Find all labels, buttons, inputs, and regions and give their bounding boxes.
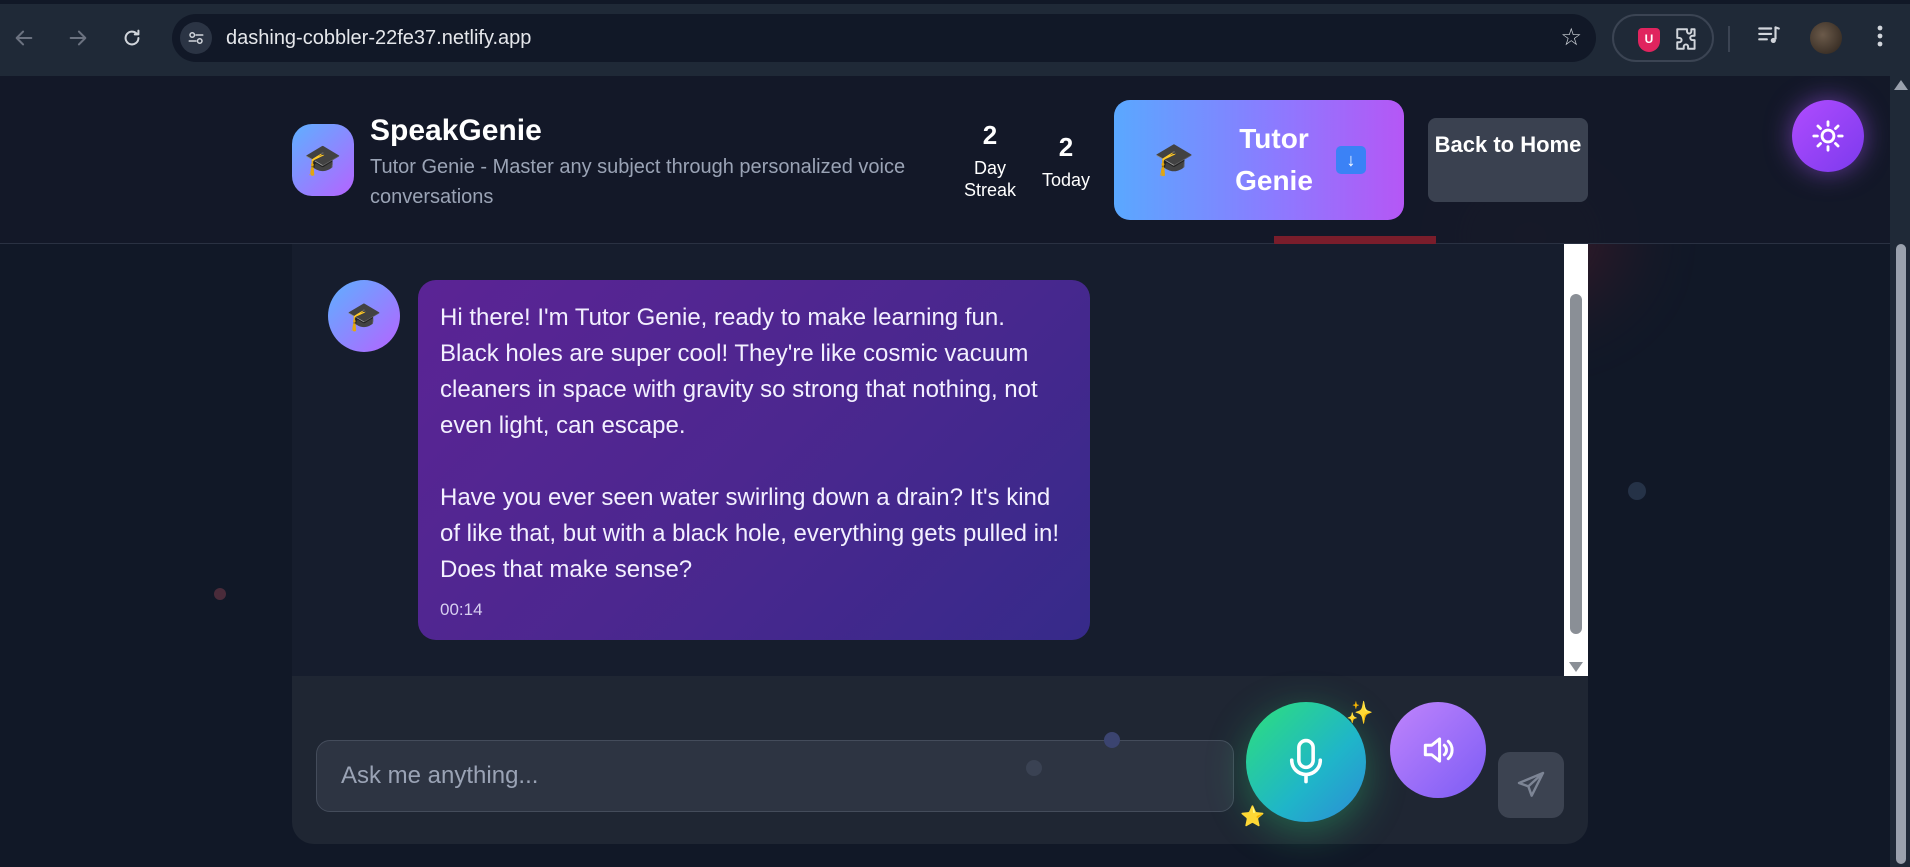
url-text[interactable]: dashing-cobbler-22fe37.netlify.app [226, 14, 531, 62]
site-info-icon[interactable] [180, 22, 212, 54]
extensions-group: U [1612, 14, 1714, 62]
message-input[interactable] [316, 740, 1234, 812]
profile-avatar[interactable] [1810, 22, 1842, 54]
floating-particle [214, 588, 226, 600]
floating-particle [1628, 482, 1646, 500]
reload-icon[interactable] [116, 22, 148, 54]
speaker-icon [1423, 737, 1454, 763]
floating-particle [1104, 732, 1120, 748]
assistant-message-bubble: Hi there! I'm Tutor Genie, ready to make… [418, 280, 1090, 640]
sparkle-icon: ✨ [1346, 700, 1374, 725]
dropdown-arrow-icon: ↓ [1336, 146, 1366, 174]
message-timestamp: 00:14 [440, 600, 483, 619]
tutor-genie-label: Tutor Genie [1235, 123, 1313, 196]
chat-scroll-thumb[interactable] [1570, 294, 1582, 634]
tutor-genie-button[interactable]: 🎓 Tutor Genie ↓ [1114, 100, 1404, 220]
page-scrollbar[interactable] [1890, 76, 1910, 867]
app-header: 🎓 SpeakGenie Tutor Genie - Master any su… [0, 76, 1890, 244]
speaker-button[interactable] [1390, 702, 1486, 798]
media-control-icon[interactable] [1756, 22, 1782, 54]
browser-toolbar: dashing-cobbler-22fe37.netlify.app ☆ U [0, 0, 1910, 76]
graduation-cap-icon: 🎓 [292, 124, 354, 196]
browser-menu-icon[interactable] [1868, 20, 1892, 59]
today-value: 2 [1058, 132, 1074, 162]
message-paragraph: Have you ever seen water swirling down a… [440, 484, 1060, 583]
back-arrow-icon[interactable] [8, 22, 40, 54]
star-icon: ⭐ [1240, 806, 1265, 828]
scroll-down-arrow-icon[interactable] [1569, 662, 1583, 672]
scroll-up-arrow-icon[interactable] [1894, 80, 1908, 90]
floating-particle [1026, 760, 1042, 776]
streak-value: 2 [982, 120, 998, 150]
streak-label: Day Streak [963, 158, 1017, 200]
graduation-cap-icon: 🎓 [1154, 141, 1194, 177]
toolbar-divider [1728, 26, 1730, 52]
page-scroll-thumb[interactable] [1896, 244, 1906, 864]
tab-strip [0, 0, 1910, 4]
send-button[interactable] [1498, 752, 1564, 818]
app-title: SpeakGenie [370, 114, 542, 147]
theme-toggle-button[interactable] [1792, 100, 1864, 172]
streak-stat: 2 Day Streak [960, 120, 1020, 201]
today-stat: 2 Today [1036, 132, 1096, 191]
forward-arrow-icon[interactable] [62, 22, 94, 54]
bookmark-star-icon[interactable]: ☆ [1560, 24, 1582, 52]
tutor-avatar: 🎓 [328, 280, 400, 352]
message-paragraph: Hi there! I'm Tutor Genie, ready to make… [440, 304, 1038, 439]
back-to-home-button[interactable]: Back to Home [1428, 118, 1588, 202]
address-bar[interactable]: dashing-cobbler-22fe37.netlify.app ☆ [172, 14, 1596, 62]
ublock-shield-icon[interactable]: U [1638, 28, 1660, 52]
microphone-icon [1289, 738, 1323, 784]
send-icon [1517, 771, 1545, 797]
today-label: Today [1041, 170, 1091, 190]
sun-icon [1812, 120, 1844, 152]
extensions-puzzle-icon[interactable] [1674, 26, 1700, 59]
app-subtitle: Tutor Genie - Master any subject through… [370, 156, 906, 208]
chat-scrollbar[interactable] [1564, 244, 1588, 676]
